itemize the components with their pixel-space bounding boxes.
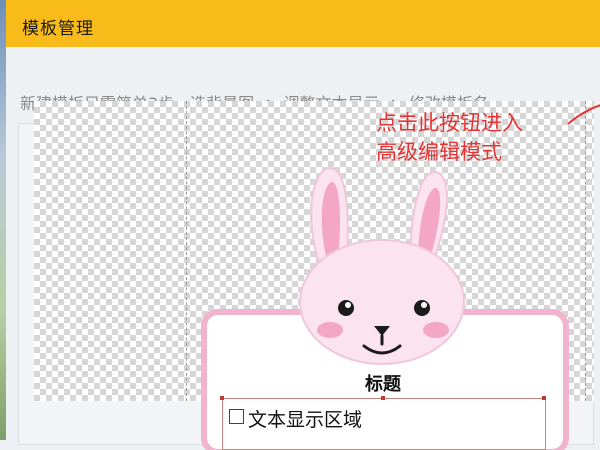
annotation-text: 点击此按钮进入 高级编辑模式 <box>376 109 523 167</box>
text-display-area-label: 文本显示区域 <box>248 409 363 431</box>
dialog-titlebar: 模板管理 <box>6 0 600 47</box>
resize-handle[interactable] <box>220 396 224 400</box>
checkbox-icon[interactable] <box>229 409 244 424</box>
guide-line-right <box>585 101 586 401</box>
arrow-icon <box>567 104 600 125</box>
dialog-title: 模板管理 <box>22 19 94 39</box>
guide-line-left <box>186 101 187 401</box>
resize-handle[interactable] <box>542 396 546 400</box>
annotation-line-1: 点击此按钮进入 <box>376 111 523 135</box>
resize-handle[interactable] <box>381 396 385 400</box>
template-title-label[interactable]: 标题 <box>365 370 401 396</box>
